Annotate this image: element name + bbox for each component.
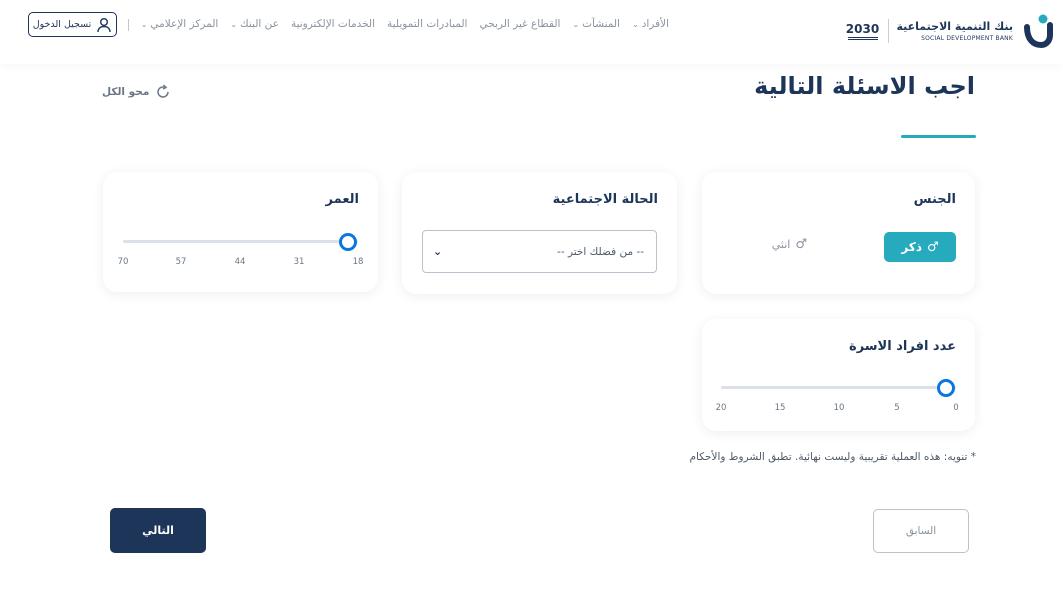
age-label: العمر [325, 192, 359, 207]
tick-label: 70 [117, 257, 129, 267]
age-card: العمر 70 57 44 31 18 [103, 172, 378, 292]
page-title: اجب الاسئلة التالية [754, 72, 975, 100]
chevron-down-icon: ⌄ [230, 19, 238, 29]
tick-label: 15 [774, 403, 786, 413]
next-button[interactable]: التالي [110, 508, 206, 553]
disclaimer-notice: * تنويه: هذه العملية تقريبية وليست نهائي… [689, 451, 976, 463]
male-icon: ♂ [926, 239, 939, 255]
site-header: 2030 بنك التنمية الاجتماعية SOCIAL DEVEL… [0, 0, 1063, 64]
previous-button[interactable]: السابق [873, 509, 969, 553]
tick-label: 44 [234, 257, 246, 267]
tick-label: 0 [953, 403, 959, 413]
age-slider[interactable]: 70 57 44 31 18 [118, 233, 363, 273]
bank-name-en: SOCIAL DEVELOPMENT BANK [921, 34, 1013, 42]
chevron-down-icon: ⌄ [433, 245, 443, 258]
logo[interactable]: 2030 بنك التنمية الاجتماعية SOCIAL DEVEL… [846, 13, 1053, 49]
family-size-label: عدد افراد الاسرة [849, 339, 956, 354]
gender-option-male[interactable]: ♂ ذكر [884, 232, 956, 262]
marital-status-select[interactable]: -- من فضلك اختر -- ⌄ [422, 230, 657, 273]
gender-label: الجنس [913, 192, 956, 207]
slider-thumb[interactable] [937, 379, 955, 397]
logo-divider [887, 19, 889, 43]
login-button[interactable]: تسجيل الدخول [28, 12, 117, 37]
chevron-down-icon: ⌄ [140, 19, 148, 29]
refresh-icon [157, 84, 170, 98]
nav-divider [128, 19, 129, 31]
marital-status-label: الحالة الاجتماعية [552, 192, 658, 207]
nav-individuals[interactable]: الأفراد ⌄ [632, 18, 669, 30]
bank-logo-mark-icon [1024, 14, 1053, 49]
nav-eservices[interactable]: الخدمات الإلكترونية [291, 18, 375, 30]
main-nav: الأفراد ⌄ المنشآت ⌄ القطاع غير الربحي ال… [141, 18, 669, 30]
tick-label: 57 [175, 257, 187, 267]
select-value: -- من فضلك اختر -- [557, 245, 644, 258]
male-icon: ♂ [795, 237, 807, 252]
nav-establishments[interactable]: المنشآت ⌄ [572, 18, 620, 30]
tick-label: 31 [293, 257, 305, 267]
vision-2030-logo: 2030 [846, 17, 880, 45]
bank-name-ar: بنك التنمية الاجتماعية [896, 19, 1014, 33]
nav-nonprofit[interactable]: القطاع غير الربحي [479, 18, 560, 30]
tick-label: 10 [833, 403, 845, 413]
gender-card: الجنس ♂ ذكر ♂ انثي [702, 172, 975, 294]
family-size-slider[interactable]: 20 15 10 5 0 [716, 379, 959, 419]
nav-media-center[interactable]: المركز الإعلامي ⌄ [141, 18, 219, 30]
slider-track [123, 240, 358, 243]
user-icon [97, 17, 111, 32]
gender-option-female[interactable]: ♂ انثي [772, 238, 807, 251]
clear-all-button[interactable]: محو الكل [102, 84, 171, 100]
marital-status-card: الحالة الاجتماعية -- من فضلك اختر -- ⌄ [402, 172, 677, 294]
family-size-card: عدد افراد الاسرة 20 15 10 5 0 [702, 319, 975, 431]
chevron-down-icon: ⌄ [572, 19, 580, 29]
nav-about-bank[interactable]: عن البنك ⌄ [230, 18, 279, 30]
tick-label: 18 [352, 257, 364, 267]
slider-track [721, 386, 956, 389]
nav-funding-initiatives[interactable]: المبادرات التمويلية [387, 18, 467, 30]
tick-label: 20 [715, 403, 727, 413]
chevron-down-icon: ⌄ [631, 19, 639, 29]
slider-thumb[interactable] [339, 233, 357, 251]
tick-label: 5 [894, 403, 900, 413]
title-underline [901, 135, 976, 138]
